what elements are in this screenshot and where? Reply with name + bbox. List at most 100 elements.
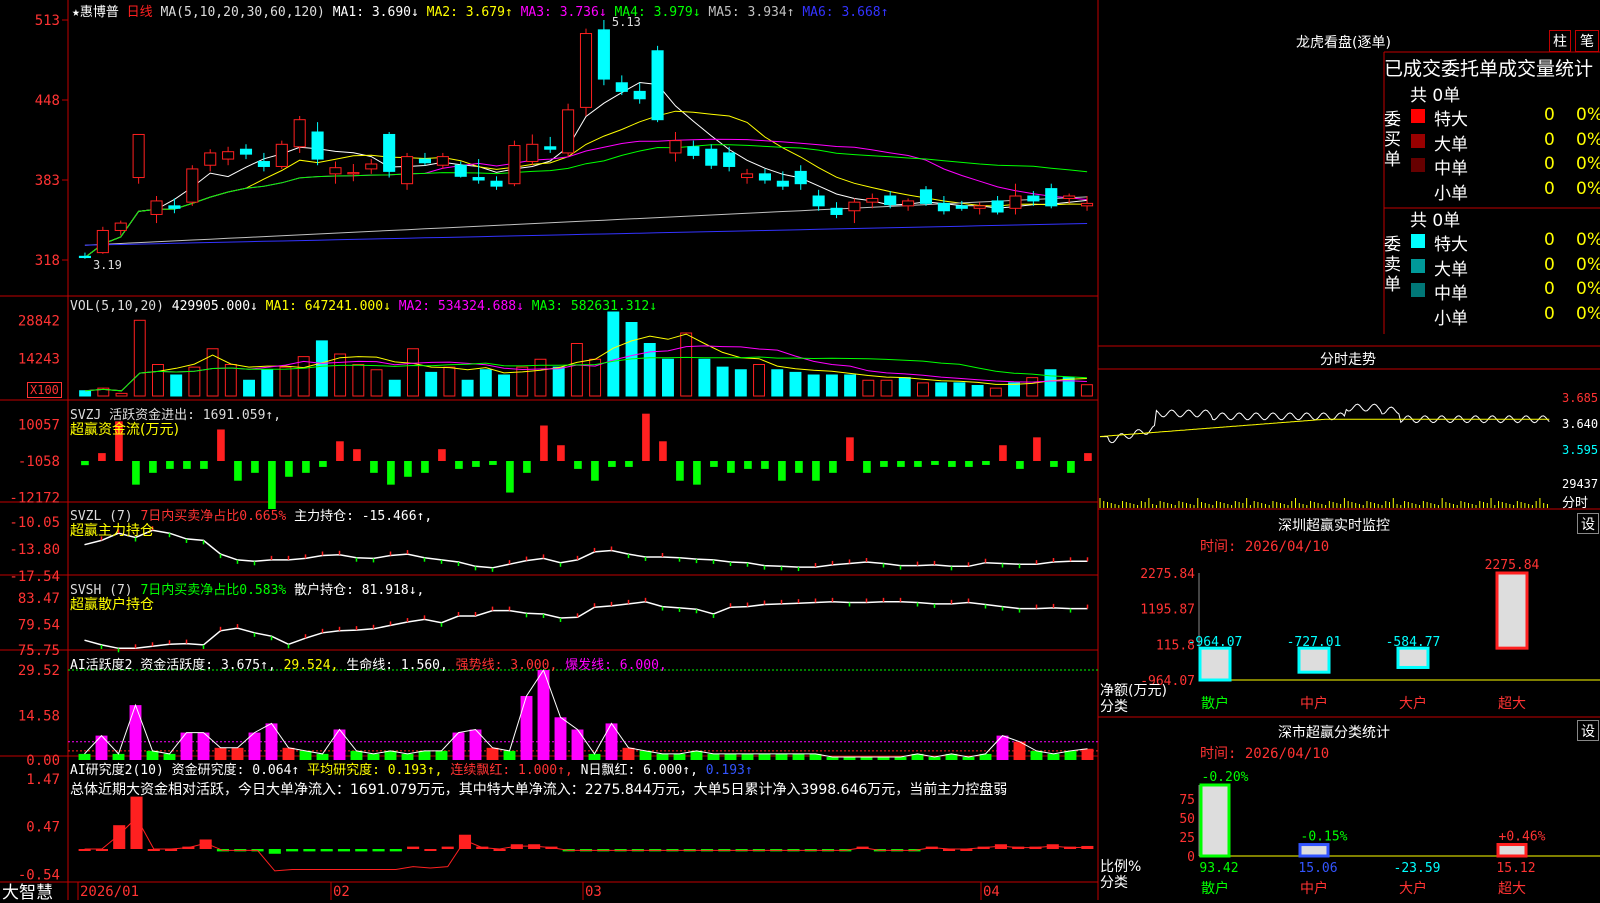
volume-bar [498,374,511,397]
ai-active-bar [690,750,703,760]
classify-category-label: 散户 [1201,880,1229,897]
svzj-bar [132,461,140,485]
chart-canvas[interactable]: 513 448 383 318 5.13 3.19 28842 14243 10057 -1058… [0,0,1600,900]
ai-active-bar [775,753,788,760]
svzj-bar [166,461,174,469]
ai-active-bar [231,747,244,760]
volume-bar [261,369,274,397]
volume-bar [407,348,419,397]
monitor-category-label: 散户 [1201,695,1229,712]
svzj-bar [472,461,480,467]
svzj-bar [540,425,548,461]
candle-body [418,158,431,164]
ai-active-bar [724,753,737,760]
volume-bar [662,358,674,397]
candle-body [669,140,682,154]
svzj-bar [761,461,769,469]
ai-research-bar [441,846,454,849]
svzj-bar [455,461,463,469]
candle-body [579,33,593,108]
candle-body [1009,195,1022,209]
candle-body [705,148,718,166]
candle-body [884,195,897,206]
volume-bar [370,369,383,397]
candle-body [633,90,646,100]
candle-body [758,173,771,181]
main-y-tick: 318 [35,253,60,269]
candle-body [186,168,199,203]
svzl-y-tick: -10.05 [9,515,60,531]
volume-bar [279,366,292,397]
ai-active-bar [996,735,1009,760]
volume-bar [989,387,1002,397]
classify-change-label: -0.20% [1202,770,1249,785]
volume-bar [862,379,875,397]
volume-bar [807,374,820,397]
svzj-bar [727,461,735,473]
volume-bar [607,311,620,397]
ma6-line [84,223,1088,246]
svsh-y-tick: 79.54 [18,617,60,633]
candle-body [902,200,915,207]
volume-bar [789,371,802,397]
ai-active-bar [503,750,516,760]
volume-bar [461,379,474,397]
classify-bar-label: 93.42 [1199,861,1238,876]
ai-research-y-tick: 0.47 [26,820,60,836]
svzj-bar [251,461,259,473]
ai-active-bar [673,753,686,760]
candle-body [919,189,933,204]
svzj-bar [217,429,225,461]
svzj-bar [574,461,582,469]
svzj-bar [608,461,616,467]
svzj-bar [778,461,786,481]
volume-bar [570,343,583,397]
classify-bar-4 [1496,843,1528,858]
ai-active-bar [95,735,108,760]
svzj-bar [642,413,650,461]
ai-research-y-tick: 1.47 [26,772,60,788]
volume-bar [771,369,784,397]
ai-active-y-tick: 29.52 [18,663,60,679]
main-y-tick: 513 [35,13,60,29]
svzj-bar [829,461,837,473]
monitor-category-label: 中户 [1300,695,1328,712]
candle-body [329,167,342,175]
ai-research-bar [286,849,299,852]
svzj-bar [1050,461,1058,467]
svzj-bar [421,461,429,473]
monitor-y-tick: -964.07 [1140,674,1195,689]
ai-research-bar [303,849,316,852]
main-y-tick: 448 [35,93,60,109]
ai-active-bar [299,750,312,760]
monitor-bar-3 [1396,646,1430,669]
volume-bar [953,382,966,397]
volume-bar [734,369,747,397]
svzj-bar [744,461,752,469]
ai-research-bar [372,849,385,852]
candle-body [490,180,503,187]
svzj-bar [183,461,191,469]
svzj-bar [234,461,242,481]
ai-active-bar [520,695,533,760]
candle-body [937,202,950,212]
volume-bar [552,366,565,397]
svzj-bar [489,461,497,465]
monitor-category-label: 超大 [1498,696,1526,712]
classify-category-label: 超大 [1498,881,1526,897]
candle-body [222,151,235,160]
ai-active-bar [758,753,771,760]
candle-body [1063,195,1076,199]
svzj-bar [370,461,378,473]
svzj-bar [863,461,871,473]
volume-bar [698,358,711,397]
svzj-bar [591,461,599,481]
ai-active-bar [129,705,142,760]
ai-active-bar [350,750,363,760]
classify-bar-label: -23.59 [1394,861,1441,876]
main-y-tick: 383 [35,173,60,189]
volume-bar [917,382,929,397]
classify-change-label: +0.46% [1499,830,1546,845]
x-axis-label: 03 [585,884,602,900]
volume-bar [334,353,347,397]
